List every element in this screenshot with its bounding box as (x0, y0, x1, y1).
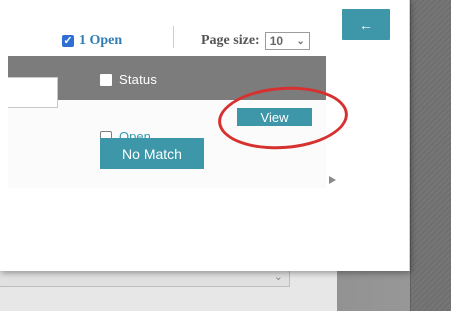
arrow-left-icon: ← (359, 16, 373, 33)
toolbar-divider (173, 26, 174, 48)
check-icon: ✓ (62, 35, 74, 47)
page-size-control: Page size: 10 ⌄ (201, 32, 310, 50)
select-all-checkbox[interactable] (100, 73, 112, 86)
underlying-form-panel: ⌄ (0, 266, 337, 311)
no-match-button[interactable]: No Match (100, 138, 204, 169)
status-dialog: ← ✓ 1 Open Page size: 10 ⌄ Status Open V… (0, 0, 410, 271)
background-strip (410, 0, 451, 311)
view-button[interactable]: View (237, 108, 312, 126)
status-column-header[interactable]: Status (100, 72, 157, 87)
page-size-select[interactable]: 10 ⌄ (264, 32, 310, 50)
search-field[interactable] (8, 77, 58, 108)
chevron-down-icon: ⌄ (296, 35, 305, 47)
results-table-card: ✓ 1 Open Page size: 10 ⌄ Status Open Vie… (8, 20, 326, 188)
back-button[interactable]: ← (342, 9, 390, 40)
table-toolbar: ✓ 1 Open Page size: 10 ⌄ (8, 20, 326, 56)
open-filter-toggle[interactable]: ✓ 1 Open (62, 33, 122, 49)
chevron-down-icon: ⌄ (273, 271, 283, 283)
page-size-label: Page size: (201, 33, 260, 48)
open-filter-label: 1 Open (79, 33, 123, 48)
status-header-label: Status (119, 72, 158, 87)
triangle-right-icon[interactable] (329, 176, 336, 184)
page-size-value: 10 (269, 34, 284, 48)
